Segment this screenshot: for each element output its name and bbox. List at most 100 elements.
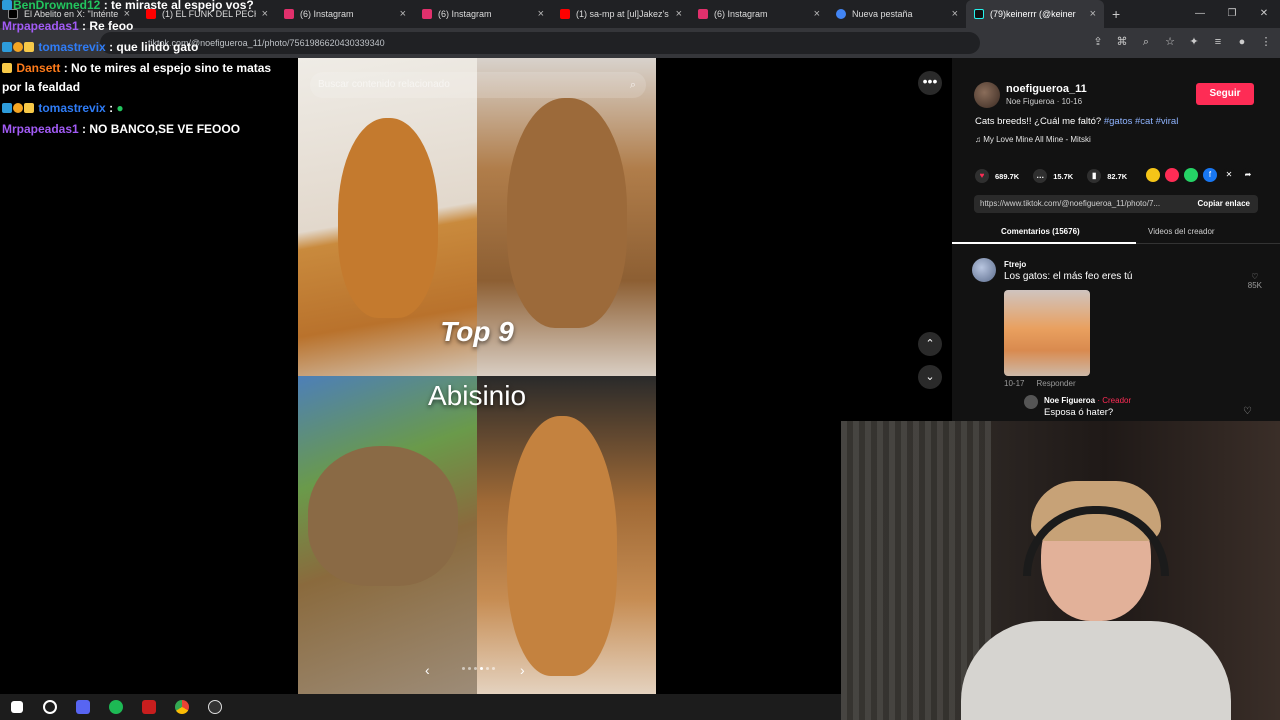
next-post-button[interactable]: ⌄ — [918, 365, 942, 389]
close-icon[interactable]: × — [952, 8, 958, 20]
badge-icon — [24, 103, 34, 113]
tab-comments[interactable]: Comentarios (15676) — [1001, 227, 1080, 236]
post-link[interactable]: https://www.tiktok.com/@noefigueroa_11/p… — [980, 195, 1180, 213]
window-controls: — ❐ ✕ — [1184, 0, 1280, 28]
chat-message: tomastrevix : ● — [2, 99, 292, 118]
copy-link-button[interactable]: Copiar enlace — [1198, 195, 1250, 213]
cat-photo — [477, 376, 656, 694]
app-taskbar-button[interactable] — [132, 694, 165, 720]
search-taskbar-button[interactable] — [33, 694, 66, 720]
zoom-icon[interactable]: ⌕ — [1138, 34, 1154, 50]
carousel-dot[interactable] — [492, 667, 495, 670]
badge-icon — [2, 0, 12, 10]
active-tab-indicator — [952, 242, 1136, 244]
like-stat[interactable]: ♥ 689.7K — [975, 169, 1019, 183]
music-title[interactable]: ♫ My Love Mine All Mine - Mitski — [975, 135, 1091, 144]
hashtags[interactable]: #gatos #cat #viral — [1104, 116, 1178, 127]
carousel-next-icon[interactable]: › — [520, 662, 525, 678]
close-icon[interactable]: × — [400, 8, 406, 20]
close-window-icon[interactable]: ✕ — [1248, 0, 1280, 28]
stream-chat: BenDrowned12 : te miraste al espejo vos?… — [2, 0, 292, 141]
comment-icon[interactable]: … — [1033, 169, 1048, 183]
webcam-overlay — [841, 421, 1280, 720]
author-subline: Noe Figueroa · 10-16 — [1006, 97, 1083, 106]
carousel-dot-active[interactable] — [480, 667, 483, 670]
more-options-button[interactable]: ••• — [918, 71, 942, 95]
post-link-box: https://www.tiktok.com/@noefigueroa_11/p… — [974, 195, 1258, 213]
youtube-icon — [560, 9, 570, 19]
chrome-icon — [174, 700, 189, 714]
spotify-icon — [108, 700, 123, 714]
media-icon[interactable]: ≡ — [1210, 34, 1226, 50]
related-search-input[interactable]: Buscar contenido relacionado ⌕ — [310, 72, 646, 98]
carousel-dot[interactable] — [486, 667, 489, 670]
heart-icon[interactable]: ♥ — [975, 169, 989, 183]
close-icon[interactable]: × — [676, 8, 682, 20]
menu-icon[interactable]: ⋮ — [1258, 34, 1274, 50]
creator-badge: · Creador — [1095, 396, 1132, 405]
commenter-avatar[interactable] — [972, 258, 996, 282]
search-icon[interactable]: ⌕ — [630, 72, 636, 98]
browser-tab-active[interactable]: (79)keinerrr (@keiner × — [966, 0, 1104, 28]
obs-taskbar-button[interactable] — [198, 694, 231, 720]
share-arrow-icon[interactable]: ➦ — [1241, 168, 1255, 182]
cat-photo — [298, 376, 477, 694]
start-button[interactable] — [0, 694, 33, 720]
whatsapp-icon[interactable] — [1184, 168, 1198, 182]
author-username[interactable]: noefigueroa_11 — [1006, 83, 1087, 95]
chat-message: BenDrowned12 : te miraste al espejo vos? — [2, 0, 292, 15]
close-icon[interactable]: × — [814, 8, 820, 20]
spotify-taskbar-button[interactable] — [99, 694, 132, 720]
previous-post-button[interactable]: ⌃ — [918, 332, 942, 356]
browser-tab[interactable]: (6) Instagram × — [276, 0, 414, 28]
heart-outline-icon[interactable]: ♡ — [1248, 272, 1262, 281]
extensions-icon[interactable]: ✦ — [1186, 34, 1202, 50]
follow-button[interactable]: Seguir — [1196, 83, 1254, 105]
browser-tab[interactable]: Nueva pestaña × — [828, 0, 966, 28]
repost-icon[interactable] — [1165, 168, 1179, 182]
minimize-icon[interactable]: — — [1184, 0, 1216, 28]
comment-stat[interactable]: … 15.7K — [1033, 169, 1073, 183]
discord-taskbar-button[interactable] — [66, 694, 99, 720]
share-icons: f ✕ ➦ — [1146, 168, 1255, 182]
chat-message: Dansett : No te mires al espejo sino te … — [2, 61, 272, 94]
coin-icon[interactable] — [1146, 168, 1160, 182]
comment-like[interactable]: ♡ 85K — [1248, 272, 1262, 290]
creator-name[interactable]: Noe Figueroa — [1044, 396, 1095, 405]
reply-button[interactable]: Responder — [1036, 379, 1075, 388]
comment-image[interactable] — [1004, 290, 1090, 376]
translate-icon[interactable]: ⌘ — [1114, 34, 1130, 50]
emote-icon: ● — [116, 101, 124, 115]
bookmark-star-icon[interactable]: ☆ — [1162, 34, 1178, 50]
instagram-icon — [698, 9, 708, 19]
x-share-icon[interactable]: ✕ — [1222, 168, 1236, 182]
facebook-icon[interactable]: f — [1203, 168, 1217, 182]
chrome-taskbar-button[interactable] — [165, 694, 198, 720]
close-icon[interactable]: × — [538, 8, 544, 20]
carousel-dot[interactable] — [474, 667, 477, 670]
avatar[interactable] — [974, 82, 1000, 108]
post-details-panel: noefigueroa_11 Noe Figueroa · 10-16 Segu… — [952, 58, 1280, 438]
browser-tab[interactable]: (1) sa-mp at [ul]Jakez's h × — [552, 0, 690, 28]
tab-creator-videos[interactable]: Videos del creador — [1148, 227, 1215, 236]
chat-message: tomastrevix : que lindo gato — [2, 38, 292, 57]
browser-tab[interactable]: (6) Instagram × — [690, 0, 828, 28]
restore-icon[interactable]: ❐ — [1216, 0, 1248, 28]
badge-icon — [2, 103, 12, 113]
heart-outline-icon[interactable]: ♡ — [1243, 406, 1252, 417]
carousel-dots — [462, 667, 495, 670]
carousel-dot[interactable] — [462, 667, 465, 670]
tiktok-icon — [974, 9, 984, 19]
save-stat[interactable]: ▮ 82.7K — [1087, 169, 1127, 183]
new-tab-button[interactable]: + — [1104, 6, 1128, 22]
creator-avatar[interactable] — [1024, 395, 1038, 409]
profile-icon[interactable]: ● — [1234, 34, 1250, 50]
carousel-prev-icon[interactable]: ‹ — [425, 662, 430, 678]
commenter-name[interactable]: Ftrejo — [1004, 260, 1026, 269]
app-icon — [141, 700, 156, 714]
carousel-dot[interactable] — [468, 667, 471, 670]
browser-tab[interactable]: (6) Instagram × — [414, 0, 552, 28]
bookmark-icon[interactable]: ▮ — [1087, 169, 1102, 183]
close-icon[interactable]: × — [1090, 8, 1096, 20]
install-icon[interactable]: ⇪ — [1090, 34, 1106, 50]
